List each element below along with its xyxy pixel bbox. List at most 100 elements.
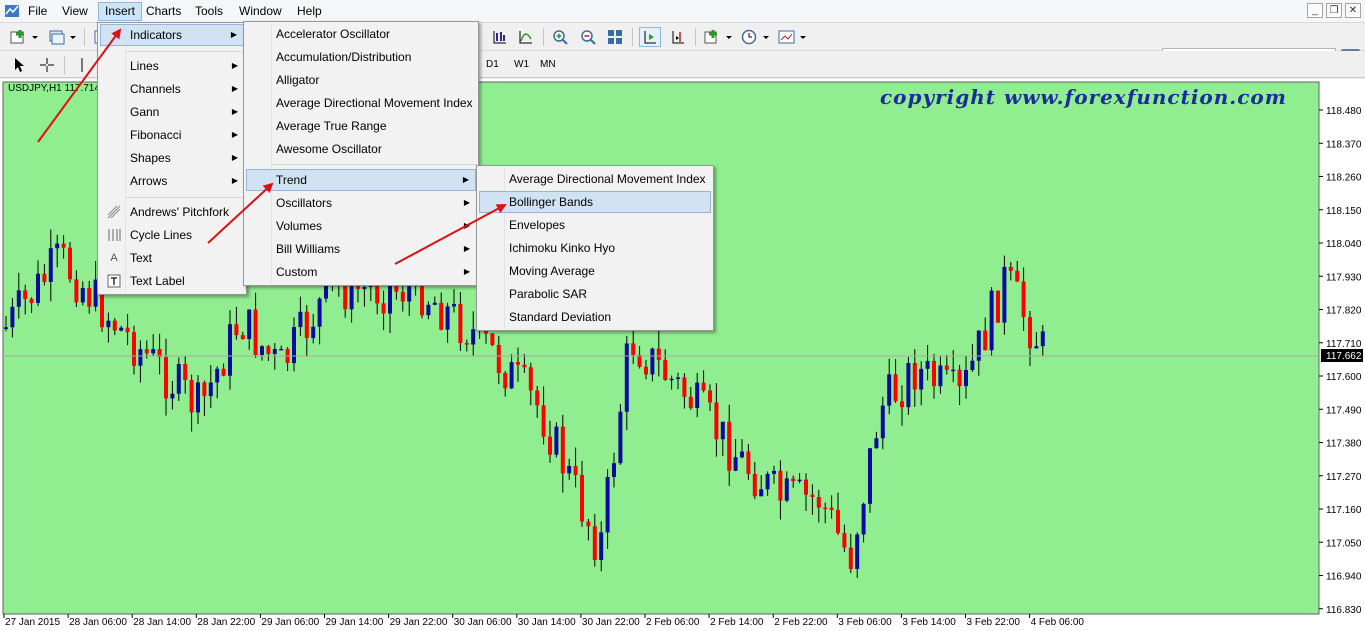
line-chart-button[interactable] — [489, 27, 511, 47]
standard-deviation-label: Standard Deviation — [509, 310, 612, 324]
menu-insert[interactable]: Insert — [98, 2, 143, 21]
insert-menu: Indicators ▶ Lines ▶ Channels ▶ Gann ▶ Fibon… — [97, 22, 247, 295]
time-tick-label: 2 Feb 22:00 — [774, 617, 828, 628]
gann-label: Gann — [130, 105, 160, 119]
time-tick-label: 27 Jan 2015 — [5, 617, 60, 628]
add-indicator-icon — [704, 30, 732, 44]
time-tick-label: 29 Jan 14:00 — [326, 617, 384, 628]
menu-item-oscillators[interactable]: Oscillators ▶ — [246, 192, 476, 214]
menu-item-custom[interactable]: Custom ▶ — [246, 261, 476, 283]
zoom-in-button[interactable] — [549, 27, 571, 47]
tile-windows-button[interactable] — [604, 27, 626, 47]
menu-item-andrews-pitchfork[interactable]: Andrews' Pitchfork — [100, 201, 244, 223]
zoom-out-icon — [581, 30, 596, 45]
indicators-label: Indicators — [130, 28, 183, 42]
menu-item-gann[interactable]: Gann ▶ — [100, 101, 244, 123]
time-axis: 27 Jan 2015 28 Jan 06:00 28 Jan 14:00 28 Ja… — [3, 614, 1084, 628]
submenu-arrow-icon: ▶ — [463, 244, 470, 253]
new-chart-button[interactable] — [8, 27, 40, 47]
text-label: Text — [130, 251, 153, 265]
vertical-line-button[interactable] — [71, 55, 93, 75]
menu-window[interactable]: Window — [233, 2, 288, 21]
menu-item-cycle-lines[interactable]: Cycle Lines — [100, 224, 244, 246]
submenu-arrow-icon: ▶ — [231, 61, 238, 70]
menu-item-volumes[interactable]: Volumes ▶ — [246, 215, 476, 237]
menu-item-text-label[interactable]: Text Label — [100, 270, 244, 292]
menu-item-trend[interactable]: Trend ▶ — [246, 169, 476, 191]
custom-label: Custom — [276, 265, 318, 279]
timeframe-w1[interactable]: W1 — [510, 55, 533, 75]
cursor-button[interactable] — [8, 55, 30, 75]
menu-item-alligator[interactable]: Alligator — [246, 69, 476, 91]
price-tick-label: 117.600 — [1326, 372, 1362, 383]
menu-file[interactable]: File — [22, 2, 53, 21]
cycle-lines-icon — [108, 229, 121, 241]
indicators-list-button[interactable] — [702, 27, 734, 47]
minimize-icon[interactable]: _ — [1307, 3, 1323, 18]
app-icon — [5, 5, 19, 17]
submenu-arrow-icon: ▶ — [462, 175, 469, 184]
chart-shift-icon — [672, 31, 684, 44]
accelerator-oscillator-label: Accelerator Oscillator — [276, 27, 391, 41]
oscillators-label: Oscillators — [276, 196, 333, 210]
submenu-arrow-icon: ▶ — [231, 176, 238, 185]
timeframe-mn[interactable]: MN — [536, 55, 560, 75]
periods-button[interactable] — [739, 27, 771, 47]
menu-item-bill-williams[interactable]: Bill Williams ▶ — [246, 238, 476, 260]
menu-item-atr[interactable]: Average True Range — [246, 115, 476, 137]
auto-scroll-button[interactable] — [639, 27, 661, 47]
profiles-button[interactable] — [46, 27, 78, 47]
menu-item-accumulation-distribution[interactable]: Accumulation/Distribution — [246, 46, 476, 68]
menu-item-channels[interactable]: Channels ▶ — [100, 78, 244, 100]
crosshair-button[interactable] — [36, 55, 58, 75]
text-label-label: Text Label — [130, 274, 185, 288]
menu-charts[interactable]: Charts — [140, 2, 187, 21]
menu-item-shapes[interactable]: Shapes ▶ — [100, 147, 244, 169]
andrews-pitchfork-label: Andrews' Pitchfork — [130, 205, 229, 219]
accumulation-distribution-label: Accumulation/Distribution — [276, 50, 412, 64]
price-tick-label: 118.480 — [1326, 106, 1362, 117]
chart-shift-button[interactable] — [667, 27, 689, 47]
restore-icon[interactable]: ❐ — [1326, 3, 1342, 18]
menu-item-awesome-oscillator[interactable]: Awesome Oscillator — [246, 138, 476, 160]
menu-view[interactable]: View — [56, 2, 94, 21]
price-tick-label: 117.160 — [1326, 505, 1362, 516]
indicator-line-button[interactable] — [515, 27, 537, 47]
menu-item-fibonacci[interactable]: Fibonacci ▶ — [100, 124, 244, 146]
crosshair-icon — [40, 58, 54, 72]
menu-item-accelerator-oscillator[interactable]: Accelerator Oscillator — [246, 23, 476, 45]
price-tick-label: 117.050 — [1326, 538, 1362, 549]
text-label-icon — [107, 274, 121, 288]
time-tick-label: 29 Jan 22:00 — [390, 617, 448, 628]
submenu-arrow-icon: ▶ — [231, 84, 238, 93]
menu-item-bollinger-bands[interactable]: Bollinger Bands — [479, 191, 711, 213]
auto-scroll-icon — [644, 31, 656, 44]
new-chart-icon — [10, 30, 38, 44]
templates-button[interactable] — [776, 27, 808, 47]
menu-item-adx[interactable]: Average Directional Movement Index — [246, 92, 476, 114]
menu-item-parabolic-sar[interactable]: Parabolic SAR — [479, 283, 711, 305]
menu-item-lines[interactable]: Lines ▶ — [100, 55, 244, 77]
menu-help[interactable]: Help — [291, 2, 328, 21]
pitchfork-icon — [107, 205, 121, 219]
close-icon[interactable]: ✕ — [1345, 3, 1361, 18]
menu-item-ichimoku[interactable]: Ichimoku Kinko Hyo — [479, 237, 711, 259]
time-tick-label: 28 Jan 14:00 — [133, 617, 191, 628]
time-tick-label: 30 Jan 06:00 — [454, 617, 512, 628]
menu-item-standard-deviation[interactable]: Standard Deviation — [479, 306, 711, 328]
ichimoku-label: Ichimoku Kinko Hyo — [509, 241, 616, 255]
timeframe-d1[interactable]: D1 — [482, 55, 503, 75]
menu-item-text[interactable]: A Text — [100, 247, 244, 269]
fibonacci-label: Fibonacci — [130, 128, 182, 142]
indicators-submenu: Accelerator Oscillator Accumulation/Dist… — [243, 21, 479, 286]
clock-icon — [741, 29, 769, 45]
menu-item-indicators[interactable]: Indicators ▶ — [100, 24, 244, 46]
menu-item-envelopes[interactable]: Envelopes — [479, 214, 711, 236]
menu-item-arrows[interactable]: Arrows ▶ — [100, 170, 244, 192]
menu-tools[interactable]: Tools — [189, 2, 229, 21]
price-tick-label: 118.150 — [1326, 206, 1362, 217]
channels-label: Channels — [130, 82, 181, 96]
menu-item-trend-adx[interactable]: Average Directional Movement Index — [479, 168, 711, 190]
menu-item-moving-average[interactable]: Moving Average — [479, 260, 711, 282]
zoom-out-button[interactable] — [577, 27, 599, 47]
